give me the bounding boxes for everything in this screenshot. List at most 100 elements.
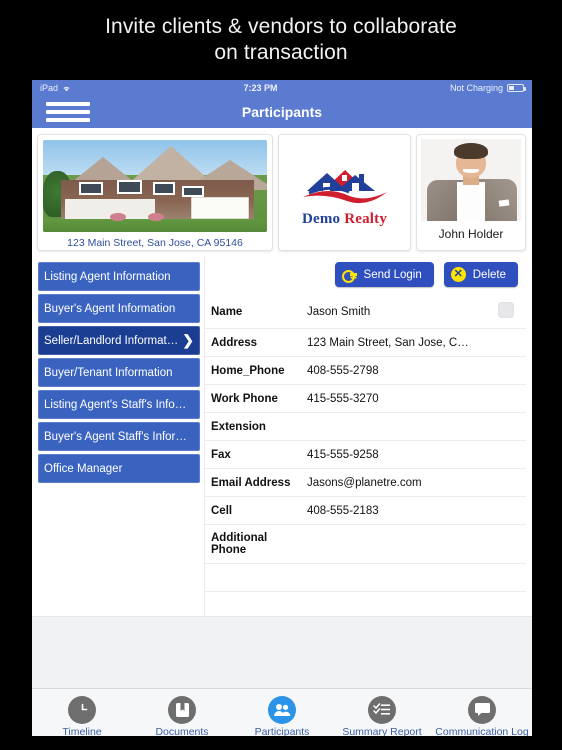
battery-status-label: Not Charging [449, 83, 503, 93]
field-extra [492, 295, 526, 329]
field-label: Home_Phone [205, 356, 301, 385]
sidebar-item-label: Buyer's Agent Staff's Infor… [44, 430, 187, 443]
content-filler [32, 616, 532, 688]
nav-bar: Participants [32, 96, 532, 128]
tab-label: Participants [254, 725, 310, 737]
table-row[interactable]: Email Address Jasons@planetre.com [205, 468, 526, 497]
book-icon [168, 695, 196, 724]
tab-label: Documents [155, 725, 209, 737]
sidebar-item-label: Buyer/Tenant Information [44, 366, 173, 379]
brokerage-name: Demo Realty [302, 211, 387, 228]
checklist-icon [368, 695, 396, 724]
table-row[interactable]: Home_Phone 408-555-2798 [205, 356, 526, 385]
agent-name: John Holder [438, 227, 504, 241]
sidebar-item-label: Listing Agent Information [44, 270, 171, 283]
status-right: Not Charging [449, 83, 526, 93]
clock-icon [68, 695, 96, 724]
participant-fields-table: Name Jason Smith Address 123 Main Street… [205, 295, 526, 592]
field-label: Work Phone [205, 384, 301, 413]
demo-realty-logo: Demo Realty [279, 135, 410, 250]
field-value[interactable]: 123 Main Street, San Jose, C… [301, 328, 526, 357]
field-label: Name [205, 295, 301, 329]
send-login-label: Send Login [363, 268, 422, 281]
sidebar-item-label: Office Manager [44, 462, 123, 475]
status-left: iPad [40, 83, 71, 93]
chat-icon [468, 695, 496, 724]
sidebar-item-buyers-agent-staff[interactable]: Buyer's Agent Staff's Infor… [38, 422, 200, 451]
sidebar-item-seller-landlord[interactable]: Seller/Landlord Information ❯ [38, 326, 200, 355]
participant-role-sidebar: Listing Agent Information Buyer's Agent … [32, 256, 204, 616]
sidebar-item-label: Listing Agent's Staff's Info… [44, 398, 187, 411]
field-value[interactable] [301, 412, 526, 441]
people-icon [268, 695, 296, 724]
agent-headshot [421, 139, 521, 221]
action-buttons: Send Login ✕ Delete [205, 262, 526, 295]
field-label: Additional Phone [205, 524, 301, 564]
tab-summary-report[interactable]: Summary Report [332, 695, 432, 737]
status-bar: iPad 7:23 PM Not Charging [32, 80, 532, 96]
x-circle-icon: ✕ [450, 267, 466, 282]
sidebar-item-label: Seller/Landlord Information [44, 334, 181, 347]
brokerage-name-part-1: Demo [301, 211, 341, 227]
sidebar-item-office-manager[interactable]: Office Manager [38, 454, 200, 483]
property-address-link[interactable]: 123 Main Street, San Jose, CA 95146 [67, 232, 243, 249]
brokerage-name-part-2: Realty [344, 211, 388, 227]
field-value[interactable]: 408-555-2798 [301, 356, 526, 385]
content-area: Listing Agent Information Buyer's Agent … [32, 256, 532, 616]
summary-cards: 123 Main Street, San Jose, CA 95146 Demo [32, 128, 532, 256]
wifi-icon [62, 85, 71, 92]
brokerage-card[interactable]: Demo Realty [278, 134, 411, 251]
table-row[interactable]: Fax 415-555-9258 [205, 440, 526, 469]
field-label: Cell [205, 496, 301, 525]
key-icon [341, 270, 357, 283]
promo-line-1: Invite clients & vendors to collaborate [105, 15, 457, 38]
promo-caption: Invite clients & vendors to collaborate … [0, 0, 562, 66]
tab-timeline[interactable]: Timeline [32, 695, 132, 737]
house-logo-icon [302, 170, 387, 204]
participant-detail-panel: Send Login ✕ Delete Name Jason Smith Add… [204, 256, 532, 616]
field-label: Email Address [205, 468, 301, 497]
sidebar-item-label: Buyer's Agent Information [44, 302, 176, 315]
sidebar-item-listing-agent[interactable]: Listing Agent Information [38, 262, 200, 291]
field-value[interactable]: 408-555-2183 [301, 496, 526, 525]
property-card[interactable]: 123 Main Street, San Jose, CA 95146 [37, 134, 273, 251]
table-row[interactable]: Additional Phone [205, 524, 526, 564]
chevron-right-icon: ❯ [182, 332, 194, 348]
field-value[interactable]: Jasons@planetre.com [301, 468, 526, 497]
status-time: 7:23 PM [243, 83, 278, 93]
bottom-tab-bar: Timeline Documents Participants Summary … [32, 688, 532, 736]
field-value[interactable] [301, 524, 526, 564]
tab-participants[interactable]: Participants [232, 695, 332, 737]
field-value[interactable]: 415-555-9258 [301, 440, 526, 469]
tab-documents[interactable]: Documents [132, 695, 232, 737]
tab-label: Communication Log [435, 725, 529, 737]
field-label: Extension [205, 412, 301, 441]
table-row-empty [205, 563, 526, 592]
ipad-screen: iPad 7:23 PM Not Charging Participants 1… [32, 80, 532, 736]
field-label: Address [205, 328, 301, 357]
sidebar-item-buyer-tenant[interactable]: Buyer/Tenant Information [38, 358, 200, 387]
field-value[interactable]: Jason Smith [301, 295, 492, 329]
tab-label: Timeline [62, 725, 102, 737]
delete-button[interactable]: ✕ Delete [443, 262, 518, 287]
table-row[interactable]: Work Phone 415-555-3270 [205, 384, 526, 413]
promo-line-2: on transaction [214, 41, 348, 64]
table-row[interactable]: Cell 408-555-2183 [205, 496, 526, 525]
table-row[interactable]: Name Jason Smith [205, 295, 526, 329]
delete-label: Delete [472, 268, 506, 281]
property-photo [43, 140, 267, 232]
tab-label: Summary Report [342, 725, 422, 737]
sidebar-item-buyers-agent[interactable]: Buyer's Agent Information [38, 294, 200, 323]
send-login-button[interactable]: Send Login [334, 262, 434, 287]
table-row[interactable]: Extension [205, 412, 526, 441]
sidebar-item-listing-agent-staff[interactable]: Listing Agent's Staff's Info… [38, 390, 200, 419]
field-label: Fax [205, 440, 301, 469]
field-value[interactable]: 415-555-3270 [301, 384, 526, 413]
table-row[interactable]: Address 123 Main Street, San Jose, C… [205, 328, 526, 357]
agent-card[interactable]: John Holder [416, 134, 526, 251]
battery-icon [507, 84, 526, 92]
row-checkbox[interactable] [498, 302, 514, 318]
tab-communication-log[interactable]: Communication Log [432, 695, 532, 737]
hamburger-menu-icon[interactable] [46, 102, 90, 122]
page-title: Participants [241, 104, 323, 120]
